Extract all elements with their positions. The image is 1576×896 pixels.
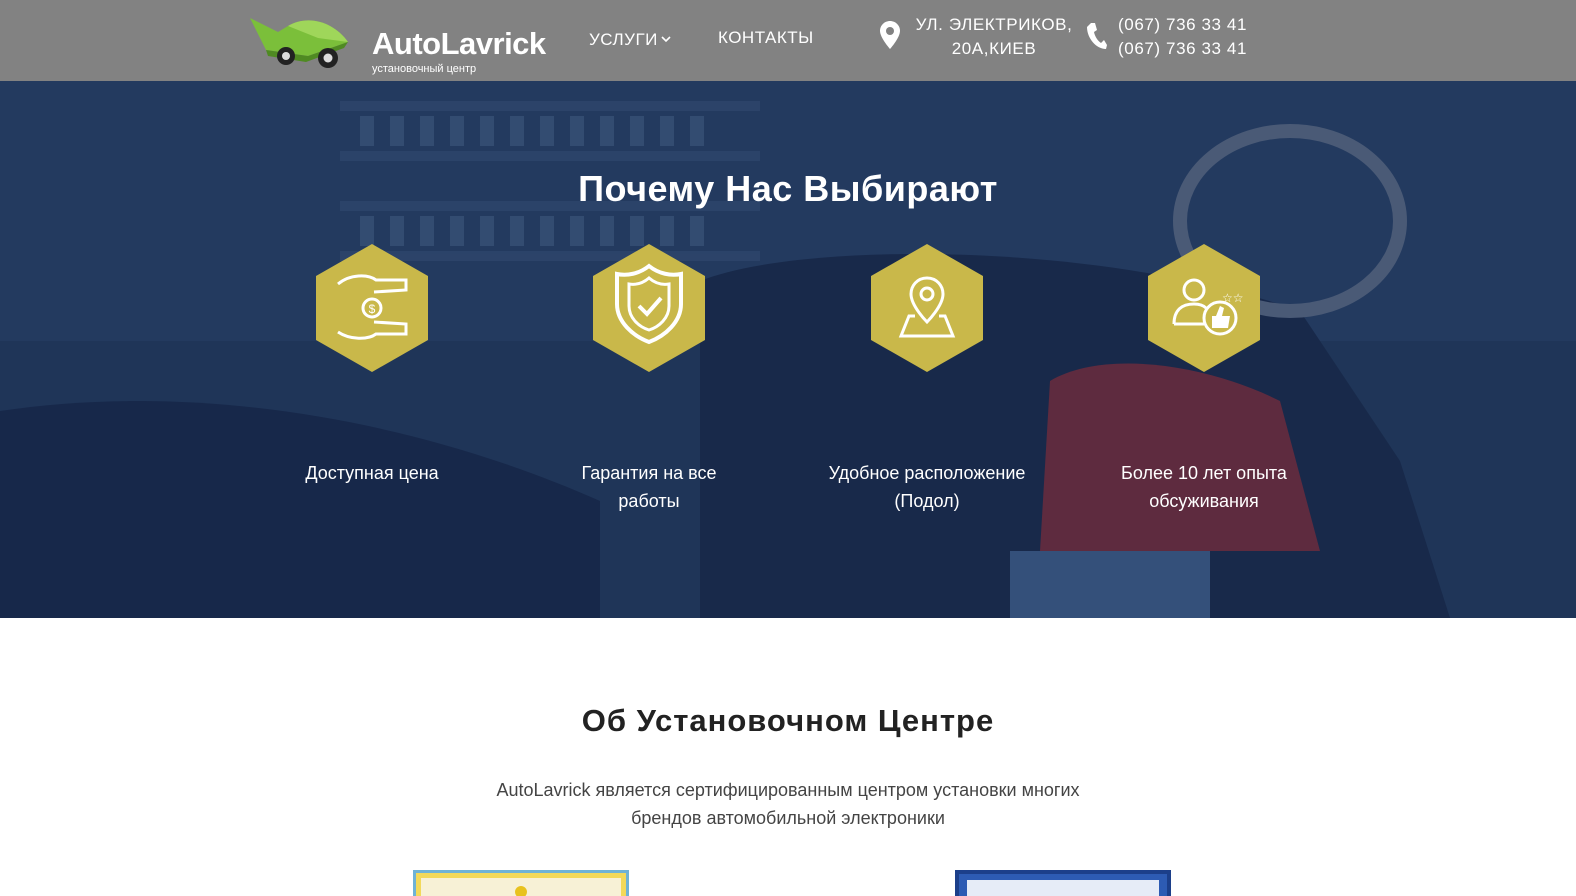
about-text-line2: брендов автомобильной электроники	[631, 808, 945, 828]
feature-warranty-line1: Гарантия на все	[581, 463, 717, 483]
site-header: AutoLavrick установочный центр УСЛУГИ КО…	[0, 0, 1576, 81]
svg-text:$: $	[369, 302, 376, 316]
logo-car-icon	[250, 18, 348, 68]
phones: (067) 736 33 41 (067) 736 33 41	[1118, 13, 1247, 61]
nav-contacts[interactable]: КОНТАКТЫ	[718, 27, 814, 49]
map-pin-icon	[871, 244, 983, 372]
feature-price-text: Доступная цена	[252, 459, 492, 487]
feature-location-text: Удобное расположение (Подол)	[807, 459, 1047, 515]
workshop-background-image	[0, 81, 1576, 618]
feature-experience-line1: Более 10 лет опыта	[1121, 463, 1287, 483]
nav-services[interactable]: УСЛУГИ	[589, 27, 671, 51]
address-line1: УЛ. ЭЛЕКТРИКОВ,	[915, 15, 1073, 34]
user-rating-icon: ☆☆	[1148, 244, 1260, 372]
logo-subtitle: установочный центр	[372, 63, 477, 75]
nav-services-label: УСЛУГИ	[589, 30, 658, 49]
phone-icon	[1086, 22, 1108, 55]
logo-title: AutoLavrick	[372, 26, 546, 61]
hand-money-icon: $	[316, 244, 428, 372]
location-pin-icon	[880, 21, 900, 54]
address: УЛ. ЭЛЕКТРИКОВ, 20А,КИЕВ	[909, 13, 1079, 61]
certificate-image-right[interactable]	[955, 870, 1171, 896]
feature-experience-line2: обсуживания	[1149, 491, 1259, 511]
feature-location-line2: (Подол)	[894, 491, 960, 511]
feature-experience-text: Более 10 лет опыта обсуживания	[1084, 459, 1324, 515]
svg-text:☆☆: ☆☆	[1222, 291, 1244, 305]
feature-price-line1: Доступная цена	[305, 463, 439, 483]
feature-warranty-line2: работы	[618, 491, 680, 511]
phone-link-1[interactable]: (067) 736 33 41	[1118, 13, 1247, 37]
feature-experience: ☆☆ Более 10 лет опыта обсуживания	[1084, 244, 1324, 511]
shield-check-icon	[593, 244, 705, 372]
about-description: AutoLavrick является сертифицированным ц…	[488, 776, 1088, 832]
feature-warranty: Гарантия на все работы	[529, 244, 769, 511]
hero-title: Почему Нас Выбирают	[578, 168, 998, 209]
phone-link-2[interactable]: (067) 736 33 41	[1118, 37, 1247, 61]
feature-price: $ Доступная цена	[252, 244, 492, 483]
certificate-image-left[interactable]	[413, 870, 629, 896]
feature-location: Удобное расположение (Подол)	[807, 244, 1047, 511]
feature-warranty-text: Гарантия на все работы	[529, 459, 769, 515]
feature-location-line1: Удобное расположение	[828, 463, 1026, 483]
hero-section: Почему Нас Выбирают $ Доступная цена Гар…	[0, 81, 1576, 618]
about-title: Об Установочном Центре	[581, 703, 995, 738]
logo[interactable]: AutoLavrick установочный центр	[248, 10, 548, 75]
chevron-down-icon	[661, 27, 671, 49]
about-text-line1: AutoLavrick является сертифицированным ц…	[496, 780, 1080, 800]
address-line2: 20А,КИЕВ	[951, 39, 1037, 58]
